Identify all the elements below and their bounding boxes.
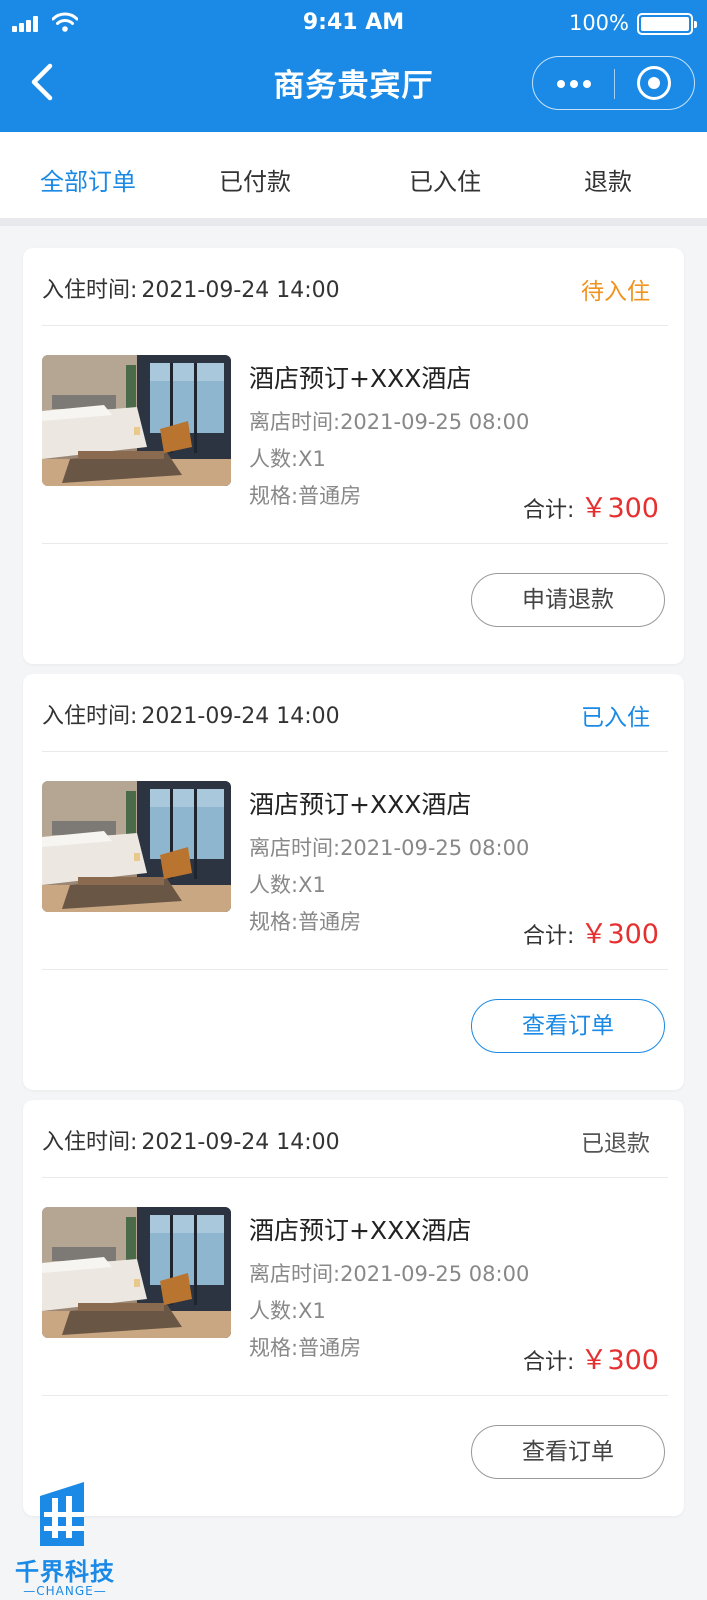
order-status: 已退款	[581, 1131, 650, 1157]
checkout-time: 离店时间:2021-09-25 08:00	[249, 1262, 530, 1286]
battery-percentage: 100%	[568, 11, 629, 35]
close-miniprogram-icon[interactable]	[615, 57, 695, 109]
hotel-name: 酒店预订+XXX酒店	[249, 364, 472, 393]
room-type: 规格:普通房	[249, 1336, 362, 1360]
total-amount: ￥300	[580, 493, 659, 524]
divider	[42, 751, 668, 752]
divider	[42, 1177, 668, 1178]
app-root: 9:41 AM 100% 商务贵宾厅 全部订单 已付款 已入住 退款 入住时间:…	[0, 0, 707, 1600]
hotel-room-image	[42, 355, 231, 486]
hotel-name: 酒店预订+XXX酒店	[249, 1216, 472, 1245]
status-bar: 9:41 AM 100%	[0, 0, 707, 46]
checkout-time: 离店时间:2021-09-25 08:00	[249, 836, 530, 860]
tab-paid[interactable]: 已付款	[219, 162, 291, 197]
order-card: 入住时间: 2021-09-24 14:00 待入住 酒店预订+XXX酒店 离店时…	[23, 248, 684, 664]
checkin-time: 入住时间: 2021-09-24 14:00	[42, 698, 340, 730]
checkin-value: 2021-09-24 14:00	[141, 704, 340, 729]
tab-refund[interactable]: 退款	[584, 162, 632, 197]
tab-all-orders[interactable]: 全部订单	[40, 162, 136, 197]
checkin-label: 入住时间:	[42, 278, 138, 303]
more-options-icon[interactable]	[533, 57, 614, 109]
checkout-time: 离店时间:2021-09-25 08:00	[249, 410, 530, 434]
company-tagline: —CHANGE—	[23, 1584, 107, 1598]
order-tabs: 全部订单 已付款 已入住 退款	[0, 132, 707, 226]
request-refund-button[interactable]: 申请退款	[471, 573, 665, 627]
order-card: 入住时间: 2021-09-24 14:00 已入住 酒店预订+XXX酒店 离店时…	[23, 674, 684, 1090]
guest-count: 人数:X1	[249, 447, 326, 471]
company-tagline-text: CHANGE	[36, 1584, 94, 1598]
hotel-room-image	[42, 1207, 231, 1338]
battery-icon	[637, 13, 697, 35]
tab-checked-in[interactable]: 已入住	[409, 162, 481, 197]
divider	[42, 325, 668, 326]
order-total: 合计: ￥300	[523, 912, 659, 951]
total-amount: ￥300	[580, 919, 659, 950]
company-name: 千界科技	[15, 1558, 115, 1586]
room-type: 规格:普通房	[249, 910, 362, 934]
total-label: 合计:	[523, 924, 575, 949]
view-order-button[interactable]: 查看订单	[471, 1425, 665, 1479]
divider	[42, 543, 668, 544]
order-total: 合计: ￥300	[523, 486, 659, 525]
view-order-button[interactable]: 查看订单	[471, 999, 665, 1053]
checkin-value: 2021-09-24 14:00	[141, 1130, 340, 1155]
total-label: 合计:	[523, 498, 575, 523]
hotel-room-image	[42, 781, 231, 912]
checkin-label: 入住时间:	[42, 1130, 138, 1155]
checkin-value: 2021-09-24 14:00	[141, 278, 340, 303]
order-status: 已入住	[581, 705, 650, 731]
checkin-label: 入住时间:	[42, 704, 138, 729]
order-status: 待入住	[581, 279, 650, 305]
hotel-name: 酒店预订+XXX酒店	[249, 790, 472, 819]
guest-count: 人数:X1	[249, 873, 326, 897]
miniprogram-capsule	[532, 56, 695, 110]
divider	[42, 969, 668, 970]
total-label: 合计:	[523, 1350, 575, 1375]
checkin-time: 入住时间: 2021-09-24 14:00	[42, 272, 340, 304]
checkin-time: 入住时间: 2021-09-24 14:00	[42, 1124, 340, 1156]
order-card: 入住时间: 2021-09-24 14:00 已退款 酒店预订+XXX酒店 离店时…	[23, 1100, 684, 1516]
room-type: 规格:普通房	[249, 484, 362, 508]
order-total: 合计: ￥300	[523, 1338, 659, 1377]
divider	[42, 1395, 668, 1396]
total-amount: ￥300	[580, 1345, 659, 1376]
top-bar: 9:41 AM 100% 商务贵宾厅	[0, 0, 707, 132]
guest-count: 人数:X1	[249, 1299, 326, 1323]
